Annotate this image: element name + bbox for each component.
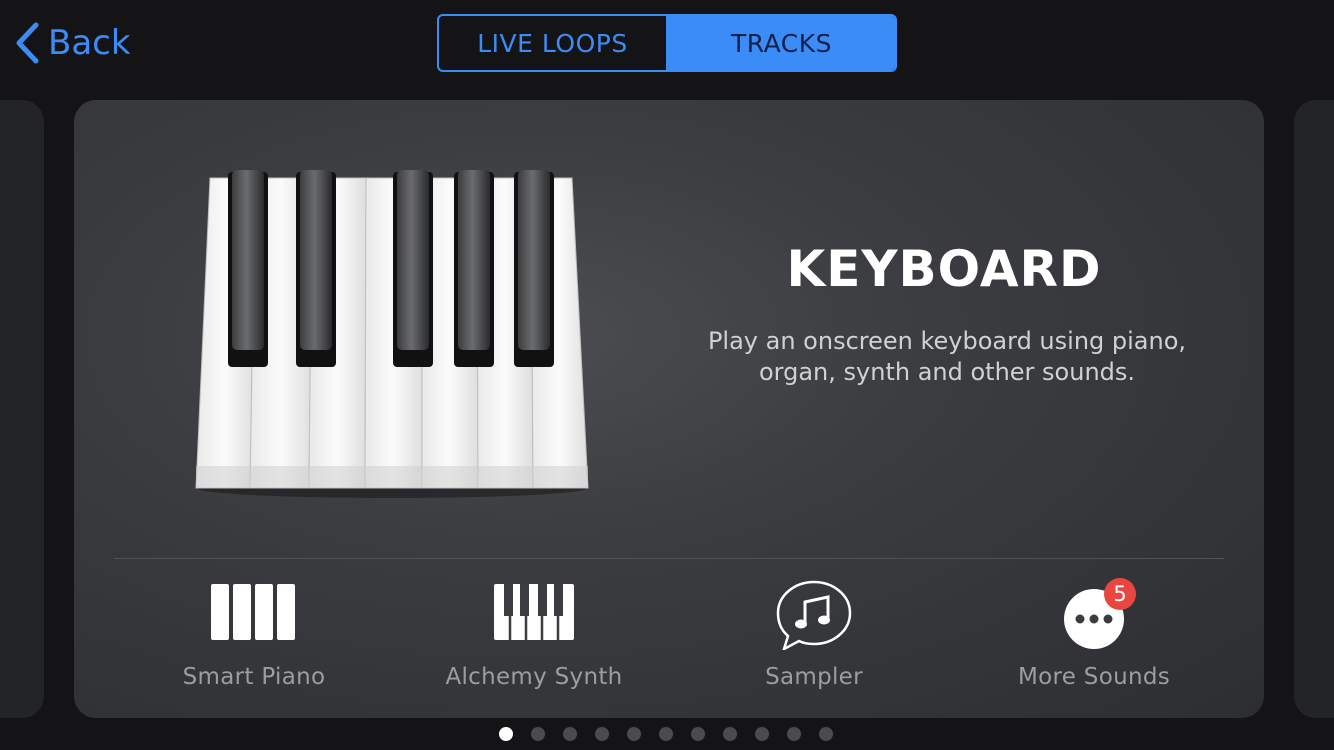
alchemy-synth-button[interactable]: Alchemy Synth [414, 580, 654, 700]
instrument-description: Play an onscreen keyboard using piano, o… [707, 327, 1187, 386]
sampler-label: Sampler [765, 664, 863, 690]
page-dot [755, 727, 769, 741]
smart-piano-icon [211, 584, 295, 640]
page-dot [563, 727, 577, 741]
page-dot [595, 727, 609, 741]
smart-piano-button[interactable]: Smart Piano [134, 580, 374, 700]
page-dot [531, 727, 545, 741]
next-card[interactable] [1294, 100, 1334, 718]
instrument-variants: Smart Piano Alchemy Synth Sampler 5 More… [74, 578, 1264, 710]
keyboard-keys-icon [494, 584, 574, 640]
instrument-title: KEYBOARD [786, 240, 1102, 298]
page-dot [659, 727, 673, 741]
track-selector-screen: Back LIVE LOOPS TRACKS KEYBOARD Play an … [0, 0, 1334, 750]
page-dot [499, 727, 513, 741]
divider [114, 558, 1224, 559]
new-sounds-badge: 5 [1104, 578, 1136, 610]
tab-live-loops[interactable]: LIVE LOOPS [439, 16, 668, 70]
keyboard-card[interactable]: KEYBOARD Play an onscreen keyboard using… [74, 100, 1264, 718]
previous-card[interactable] [0, 100, 44, 718]
tab-tracks[interactable]: TRACKS [668, 16, 895, 70]
back-button[interactable]: Back [14, 20, 131, 66]
back-label: Back [48, 23, 131, 63]
more-sounds-label: More Sounds [1017, 664, 1171, 690]
page-dot [627, 727, 641, 741]
page-indicator[interactable] [499, 727, 833, 741]
sampler-button[interactable]: Sampler [694, 580, 934, 700]
music-note-speech-bubble-icon [776, 580, 852, 650]
alchemy-synth-label: Alchemy Synth [445, 664, 623, 690]
page-dot [819, 727, 833, 741]
page-dot [723, 727, 737, 741]
more-sounds-button[interactable]: 5 More Sounds [974, 578, 1214, 700]
page-dot [691, 727, 705, 741]
piano-keys-icon [195, 170, 589, 498]
smart-piano-label: Smart Piano [182, 664, 326, 690]
mode-segmented-control: LIVE LOOPS TRACKS [437, 14, 897, 72]
page-dot [787, 727, 801, 741]
chevron-left-icon [16, 22, 39, 64]
